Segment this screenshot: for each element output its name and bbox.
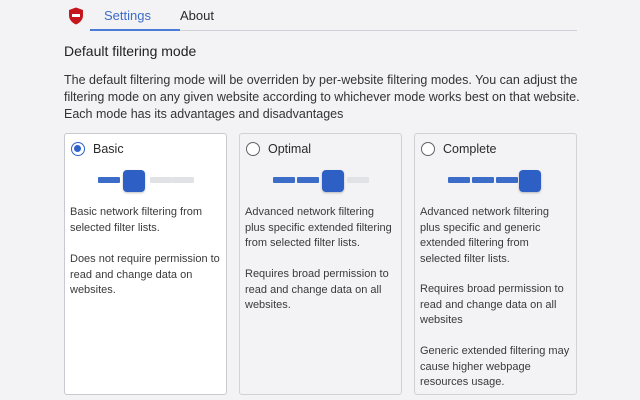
section-title: Default filtering mode bbox=[64, 43, 197, 59]
mode-text-optimal-1: Advanced network filtering plus specific… bbox=[245, 206, 392, 249]
mode-text-optimal-2: Requires broad permission to read and ch… bbox=[245, 268, 389, 311]
mode-card-basic[interactable]: Basic Basic network filtering from selec… bbox=[64, 133, 227, 395]
mode-text-basic-2: Does not require permission to read and … bbox=[70, 253, 220, 296]
mode-text-complete-1: Advanced network filtering plus specific… bbox=[420, 206, 550, 265]
slider-segment bbox=[472, 177, 494, 183]
slider-segment bbox=[98, 177, 120, 183]
tab-divider bbox=[180, 30, 577, 31]
shield-logo-icon bbox=[69, 7, 83, 25]
level-slider-optimal bbox=[273, 170, 369, 192]
radio-complete[interactable] bbox=[421, 142, 435, 156]
slider-segment bbox=[150, 177, 172, 183]
mode-text-basic-1: Basic network filtering from selected fi… bbox=[70, 206, 203, 234]
slider-knob bbox=[519, 170, 541, 192]
slider-knob bbox=[123, 170, 145, 192]
radio-optimal[interactable] bbox=[246, 142, 260, 156]
top-navigation: Settings About bbox=[0, 0, 640, 32]
mode-text-complete-3: Generic extended filtering may cause hig… bbox=[420, 345, 570, 388]
slider-segment bbox=[297, 177, 319, 183]
mode-label-optimal: Optimal bbox=[268, 142, 312, 156]
slider-segment bbox=[448, 177, 470, 183]
mode-label-complete: Complete bbox=[443, 142, 497, 156]
tab-settings[interactable]: Settings bbox=[104, 8, 151, 24]
mode-card-complete[interactable]: Complete Advanced network filtering plus… bbox=[414, 133, 577, 395]
tab-about[interactable]: About bbox=[180, 8, 214, 24]
slider-segment bbox=[347, 177, 369, 183]
filtering-mode-description: The default filtering mode will be overr… bbox=[64, 73, 580, 121]
radio-basic[interactable] bbox=[71, 142, 85, 156]
slider-segment bbox=[172, 177, 194, 183]
mode-text-complete-2: Requires broad permission to read and ch… bbox=[420, 283, 564, 326]
active-tab-indicator bbox=[90, 29, 180, 31]
level-slider-basic bbox=[98, 170, 194, 192]
level-slider-complete bbox=[448, 170, 544, 192]
slider-segment bbox=[496, 177, 518, 183]
mode-label-basic: Basic bbox=[93, 142, 124, 156]
slider-knob bbox=[322, 170, 344, 192]
mode-card-optimal[interactable]: Optimal Advanced network filtering plus … bbox=[239, 133, 402, 395]
slider-segment bbox=[273, 177, 295, 183]
